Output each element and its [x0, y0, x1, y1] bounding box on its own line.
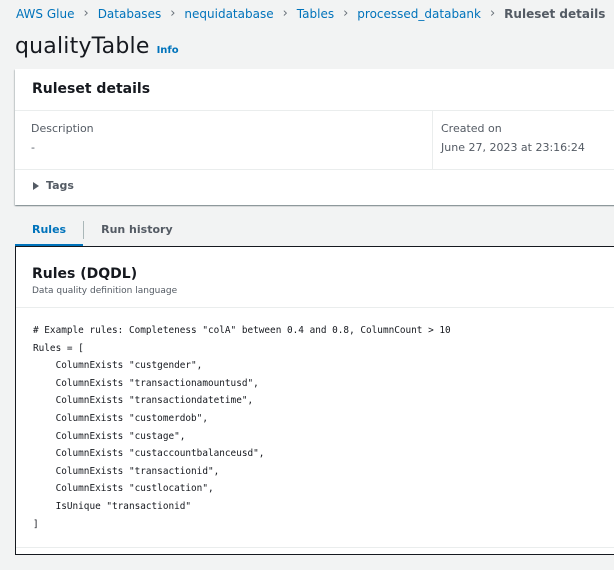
card-title: Ruleset details: [32, 81, 151, 97]
breadcrumb-current: Ruleset details: [504, 7, 606, 21]
tab-run-history[interactable]: Run history: [84, 219, 190, 247]
description-field: Description -: [31, 122, 431, 155]
rules-title: Rules (DQDL): [32, 266, 138, 282]
ruleset-details-card: Ruleset details Description - Created on…: [15, 69, 614, 205]
created-on-field: Created on June 27, 2023 at 23:16:24: [441, 122, 585, 155]
created-on-label: Created on: [441, 122, 502, 135]
chevron-right-icon: ›: [489, 6, 496, 21]
page-header: qualityTable Info: [15, 34, 179, 59]
page-title: qualityTable: [15, 34, 150, 59]
breadcrumb: AWS Glue › Databases › nequidatabase › T…: [16, 6, 605, 22]
tab-list: Rules Run history: [15, 219, 190, 247]
created-on-value: June 27, 2023 at 23:16:24: [441, 141, 585, 154]
description-label: Description: [31, 122, 94, 135]
breadcrumb-database[interactable]: nequidatabase: [184, 6, 273, 22]
caret-right-icon: [33, 181, 39, 190]
rules-panel: Rules (DQDL) Data quality definition lan…: [15, 247, 614, 555]
breadcrumb-table[interactable]: processed_databank: [357, 6, 481, 22]
breadcrumb-databases[interactable]: Databases: [98, 6, 162, 22]
description-value: -: [31, 141, 35, 154]
chevron-right-icon: ›: [282, 6, 288, 21]
tags-expander[interactable]: Tags: [33, 179, 74, 192]
rules-footer-divider: [16, 547, 614, 548]
card-header: Ruleset details: [15, 69, 614, 111]
breadcrumb-aws-glue[interactable]: AWS Glue: [16, 6, 74, 22]
tab-rules[interactable]: Rules: [15, 219, 84, 247]
tags-label: Tags: [46, 179, 74, 192]
breadcrumb-tables[interactable]: Tables: [297, 6, 334, 22]
chevron-right-icon: ›: [170, 6, 176, 21]
info-link[interactable]: Info: [157, 45, 179, 56]
details-body: Description - Created on June 27, 2023 a…: [15, 111, 614, 170]
column-divider: [432, 111, 433, 169]
rules-code-editor[interactable]: # Example rules: Completeness "colA" bet…: [33, 322, 451, 533]
rules-header: Rules (DQDL) Data quality definition lan…: [16, 247, 614, 308]
chevron-right-icon: ›: [83, 6, 89, 21]
chevron-right-icon: ›: [343, 6, 349, 21]
rules-subtitle: Data quality definition language: [32, 286, 178, 296]
